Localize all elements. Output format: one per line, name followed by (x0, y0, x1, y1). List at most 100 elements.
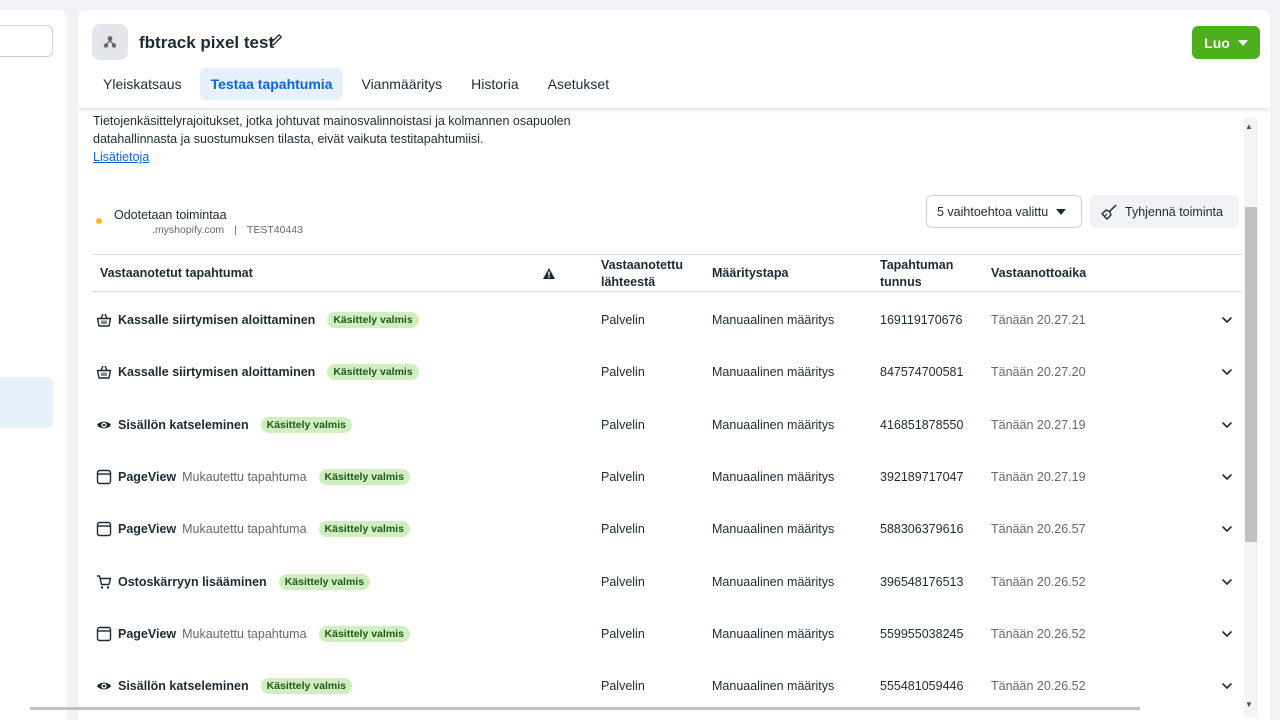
pixel-network-icon (103, 36, 117, 48)
caret-down-icon (1237, 39, 1248, 46)
caret-down-icon (1056, 208, 1067, 215)
event-name: Kassalle siirtymisen aloittaminen (118, 313, 316, 327)
status-domain: .myshopify.com (152, 224, 225, 236)
eye-icon (96, 417, 112, 433)
status-badge: Käsittely valmis (260, 678, 352, 695)
test-code: TEST40443 (246, 224, 303, 236)
status-text: Odotetaan toimintaa (114, 208, 227, 222)
header-id-line2: tunnus (880, 274, 922, 289)
chevron-down-icon[interactable] (1221, 471, 1233, 483)
event-id-cell: 559955038245 (880, 626, 964, 641)
event-cell: Ostoskärryyn lisääminen Käsittely valmis (96, 556, 371, 608)
received-time-cell: Tänään 20.27.19 (991, 417, 1086, 432)
setup-cell: Manuaalinen määritys (712, 469, 835, 484)
chevron-down-icon[interactable] (1221, 576, 1233, 588)
event-filter-dropdown[interactable]: 5 vaihtoehtoa valittu (926, 195, 1082, 228)
tab-diagnostics[interactable]: Vianmääritys (350, 68, 453, 100)
source-cell: Palvelin (601, 365, 645, 380)
broom-icon (1101, 203, 1117, 220)
horizontal-scrollbar[interactable] (30, 707, 1140, 710)
header-source-line2: lähteestä (601, 274, 656, 289)
browser-window-icon (96, 469, 112, 485)
chevron-down-icon[interactable] (1221, 314, 1233, 326)
browser-window-icon (96, 626, 112, 642)
status-badge: Käsittely valmis (318, 468, 410, 485)
scroll-down-arrow[interactable]: ▼ (1245, 700, 1253, 709)
chevron-down-icon[interactable] (1221, 523, 1233, 535)
scrollbar-thumb[interactable] (1245, 207, 1257, 542)
create-button-label: Luo (1204, 34, 1230, 51)
status-indicator-dot (96, 218, 102, 224)
header-events: Vastaanotetut tapahtumat (100, 266, 253, 280)
cart-icon (96, 574, 112, 590)
clear-activity-button[interactable]: Tyhjennä toiminta (1090, 195, 1239, 228)
event-cell: Sisällön katseleminen Käsittely valmis (96, 399, 352, 451)
source-cell: Palvelin (601, 313, 645, 327)
tab-bar: Yleiskatsaus Testaa tapahtumia Vianmääri… (92, 68, 627, 100)
setup-cell: Manuaalinen määritys (712, 313, 835, 327)
table-row[interactable]: Kassalle siirtymisen aloittaminen Käsitte… (92, 346, 1242, 398)
basket-icon (96, 364, 112, 380)
learn-more-link[interactable]: Lisätietoja (93, 150, 149, 164)
source-cell: Palvelin (601, 522, 645, 537)
setup-cell: Manuaalinen määritys (712, 365, 835, 380)
table-row[interactable]: PageView Mukautettu tapahtuma Käsittely va… (92, 503, 1242, 555)
create-button[interactable]: Luo (1192, 26, 1260, 59)
page-header: fbtrack pixel test Luo Yleiskatsaus Test… (78, 10, 1270, 108)
left-sidebar (0, 10, 67, 720)
event-type: Mukautettu tapahtuma (182, 522, 307, 537)
source-cell: Palvelin (601, 626, 645, 641)
sidebar-item-selected[interactable] (0, 377, 53, 428)
chevron-down-icon[interactable] (1221, 680, 1233, 692)
setup-cell: Manuaalinen määritys (712, 417, 835, 432)
scroll-up-arrow[interactable]: ▲ (1245, 122, 1253, 131)
source-cell: Palvelin (601, 469, 645, 484)
event-name: Kassalle siirtymisen aloittaminen (118, 365, 316, 380)
event-cell: PageView Mukautettu tapahtuma Käsittely va… (96, 503, 410, 555)
event-id-cell: 555481059446 (880, 679, 964, 694)
received-time-cell: Tänään 20.26.52 (991, 626, 1086, 641)
event-name: PageView (118, 522, 177, 537)
received-time-cell: Tänään 20.27.20 (991, 365, 1086, 380)
table-row[interactable]: PageView Mukautettu tapahtuma Käsittely va… (92, 608, 1242, 660)
header-source: Vastaanotettu lähteestä (601, 255, 683, 292)
status-details: .myshopify.com | TEST40443 (152, 224, 303, 236)
table-row[interactable]: Ostoskärryyn lisääminen Käsittely valmis P… (92, 556, 1242, 608)
event-id-cell: 588306379616 (880, 522, 964, 537)
browser-window-icon (96, 521, 112, 537)
header-source-line1: Vastaanotettu (601, 257, 683, 272)
event-type: Mukautettu tapahtuma (182, 469, 307, 484)
tab-overview[interactable]: Yleiskatsaus (92, 68, 193, 100)
event-name: PageView (118, 469, 177, 484)
events-table-header: Vastaanotetut tapahtumat Vastaanotettu lä… (92, 254, 1242, 292)
header-event-id: Tapahtuman tunnus (880, 255, 953, 292)
tab-history[interactable]: Historia (460, 68, 529, 100)
sidebar-search-input[interactable] (0, 25, 53, 57)
tab-settings[interactable]: Asetukset (537, 68, 620, 100)
header-id-line1: Tapahtuman (880, 257, 954, 272)
header-received-time: Vastaanottoaika (991, 266, 1087, 280)
warning-icon (543, 255, 555, 292)
source-cell: Palvelin (601, 574, 645, 589)
pencil-icon[interactable] (268, 32, 284, 48)
received-time-cell: Tänään 20.27.19 (991, 469, 1086, 484)
chevron-down-icon[interactable] (1221, 628, 1233, 640)
received-time-cell: Tänään 20.27.21 (991, 313, 1086, 327)
status-badge: Käsittely valmis (318, 625, 410, 642)
filter-label: 5 vaihtoehtoa valittu (937, 204, 1049, 219)
event-name: Sisällön katseleminen (118, 417, 249, 432)
status-badge: Käsittely valmis (318, 521, 410, 538)
table-row[interactable]: PageView Mukautettu tapahtuma Käsittely va… (92, 451, 1242, 503)
table-row[interactable]: Kassalle siirtymisen aloittaminen Käsitte… (92, 294, 1242, 346)
table-row[interactable]: Sisällön katseleminen Käsittely valmis Pal… (92, 660, 1242, 712)
chevron-down-icon[interactable] (1221, 419, 1233, 431)
event-cell: PageView Mukautettu tapahtuma Käsittely va… (96, 451, 410, 503)
received-time-cell: Tänään 20.26.52 (991, 679, 1086, 694)
header-setup: Määritystapa (712, 266, 789, 280)
setup-cell: Manuaalinen määritys (712, 679, 835, 694)
tab-test-events[interactable]: Testaa tapahtumia (199, 68, 344, 100)
page-title: fbtrack pixel test (139, 33, 275, 52)
clear-activity-label: Tyhjennä toiminta (1125, 204, 1223, 219)
table-row[interactable]: Sisällön katseleminen Käsittely valmis Pal… (92, 399, 1242, 451)
chevron-down-icon[interactable] (1221, 366, 1233, 378)
